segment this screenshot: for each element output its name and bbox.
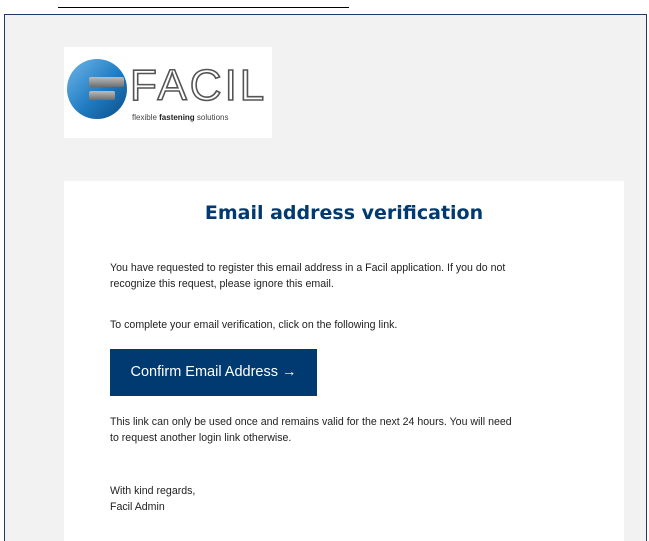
logo-tagline-prefix: flexible bbox=[132, 113, 160, 122]
validity-line-1: This link can only be used once and rema… bbox=[110, 416, 512, 428]
validity-paragraph: This link can only be used once and rema… bbox=[110, 414, 590, 446]
logo-tagline-suffix: solutions bbox=[194, 113, 229, 122]
email-card: Email address verification You have requ… bbox=[64, 181, 624, 541]
confirm-email-button[interactable]: Confirm Email Address → bbox=[110, 349, 317, 396]
instruction-paragraph: To complete your email verification, cli… bbox=[110, 319, 398, 331]
signature-block: With kind regards, Facil Admin bbox=[110, 483, 590, 515]
arrow-right-icon: → bbox=[281, 364, 297, 380]
confirm-email-button-label: Confirm Email Address bbox=[130, 364, 278, 380]
logo-tagline: flexible fastening solutions bbox=[132, 113, 228, 123]
logo-tagline-bold: fastening bbox=[159, 113, 195, 122]
intro-line-2: recognize this request, please ignore th… bbox=[110, 278, 334, 290]
intro-paragraph: You have requested to register this emai… bbox=[110, 260, 590, 292]
email-title: Email address verification bbox=[204, 202, 484, 224]
signoff-text: With kind regards, bbox=[110, 485, 196, 497]
logo-wordmark: FACIL bbox=[129, 61, 268, 110]
validity-line-2: to request another login link otherwise. bbox=[110, 432, 292, 444]
facil-logo: FACIL flexible fastening solutions bbox=[64, 47, 272, 138]
signature-name: Facil Admin bbox=[110, 501, 165, 513]
intro-line-1: You have requested to register this emai… bbox=[110, 262, 506, 274]
top-underline bbox=[58, 7, 349, 8]
